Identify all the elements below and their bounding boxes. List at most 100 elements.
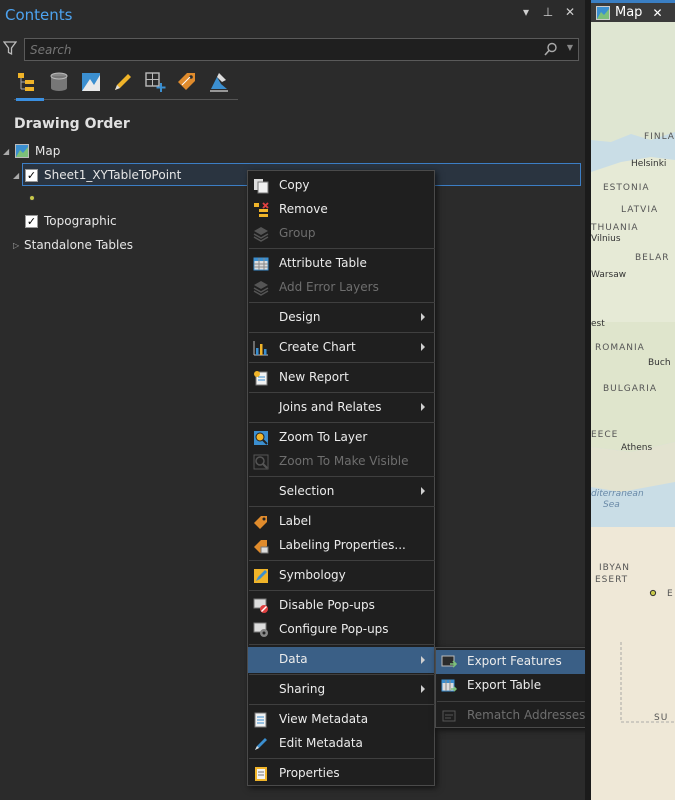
menu-item-new-report[interactable]: New Report <box>248 366 434 390</box>
export-features-icon <box>441 655 457 668</box>
map-label: E <box>667 589 674 599</box>
pin-icon[interactable]: ⊥ <box>541 5 555 19</box>
collapsed-triangle-icon[interactable]: ▷ <box>13 241 24 250</box>
menu-item-label: Rematch Addresses... <box>467 708 597 722</box>
layer-symbol[interactable] <box>28 188 36 208</box>
expand-triangle-icon[interactable]: ◢ <box>13 171 25 180</box>
menu-item-copy[interactable]: Copy <box>248 174 434 198</box>
map-label: BELAR <box>635 253 670 263</box>
export-table-icon <box>441 679 457 692</box>
menu-item-configure-popups[interactable]: Configure Pop-ups <box>248 618 434 642</box>
map-label: LATVIA <box>621 205 659 215</box>
menu-item-selection[interactable]: Selection <box>248 480 434 504</box>
submenu-arrow-icon <box>421 685 425 693</box>
menu-item-zoom-to-layer[interactable]: Zoom To Layer <box>248 426 434 450</box>
map-label: SU <box>654 713 669 723</box>
menu-separator <box>249 758 435 759</box>
list-by-selection-icon[interactable] <box>78 68 104 96</box>
menu-item-view-metadata[interactable]: View Metadata <box>248 708 434 732</box>
attribute-table-icon <box>253 257 269 271</box>
menu-item-create-chart[interactable]: Create Chart <box>248 336 434 360</box>
menu-item-symbology[interactable]: Symbology <box>248 564 434 588</box>
map-tab-icon <box>596 5 610 20</box>
tree-item-map[interactable]: ◢ Map <box>3 141 60 161</box>
tab-map[interactable]: Map ✕ <box>591 0 675 22</box>
menu-separator <box>249 560 435 561</box>
menu-item-zoom-to-make-visible[interactable]: Zoom To Make Visible <box>248 450 434 474</box>
menu-separator <box>249 590 435 591</box>
list-by-labeling-icon[interactable] <box>174 68 200 96</box>
menu-item-group[interactable]: Group <box>248 222 434 246</box>
list-by-editing-icon[interactable] <box>110 68 136 96</box>
menu-item-label: Zoom To Layer <box>279 430 368 444</box>
map-label: EECE <box>591 430 619 440</box>
group-layers-icon <box>253 227 269 242</box>
pane-title: Contents <box>5 6 73 24</box>
menu-separator <box>249 392 435 393</box>
menu-separator <box>249 704 435 705</box>
menu-item-label[interactable]: Label <box>248 510 434 534</box>
layer-visibility-checkbox[interactable]: ✓ <box>25 168 38 182</box>
label-tag-icon <box>254 516 267 529</box>
map-view[interactable]: FINLAN Helsinki ESTONIA LATVIA THUANIA V… <box>591 22 675 800</box>
menu-separator <box>249 506 435 507</box>
menu-item-label: Design <box>279 310 321 324</box>
menu-item-label: Joins and Relates <box>279 400 382 414</box>
toolstrip-divider <box>14 99 238 100</box>
menu-item-label: Disable Pop-ups <box>279 598 375 612</box>
submenu-arrow-icon <box>421 656 425 664</box>
map-label: IBYAN <box>599 563 631 573</box>
search-input[interactable] <box>25 39 535 60</box>
expand-triangle-icon[interactable]: ◢ <box>3 147 15 156</box>
menu-separator <box>249 644 435 645</box>
menu-item-joins-and-relates[interactable]: Joins and Relates <box>248 396 434 420</box>
search-options-icon[interactable]: ▼ <box>567 43 573 52</box>
remove-layer-icon <box>254 202 269 217</box>
chart-icon <box>253 341 268 356</box>
menu-item-label: Symbology <box>279 568 346 582</box>
menu-item-labeling-properties[interactable]: Labeling Properties... <box>248 534 434 558</box>
submenu-arrow-icon <box>421 487 425 495</box>
symbology-icon <box>254 569 268 583</box>
close-icon[interactable]: ✕ <box>563 5 577 19</box>
filter-icon[interactable] <box>3 40 17 56</box>
menu-item-add-error-layers[interactable]: Add Error Layers <box>248 276 434 300</box>
list-by-drawing-order-icon[interactable] <box>14 68 40 96</box>
menu-item-disable-popups[interactable]: Disable Pop-ups <box>248 594 434 618</box>
map-label: Vilnius <box>591 234 621 244</box>
tree-item-standalone-tables[interactable]: ▷ Standalone Tables <box>13 235 133 255</box>
menu-item-design[interactable]: Design <box>248 306 434 330</box>
menu-item-label: Sharing <box>279 682 326 696</box>
map-label: BULGARIA <box>603 384 657 394</box>
search-box[interactable]: ▼ <box>24 38 579 61</box>
menu-item-label: New Report <box>279 370 349 384</box>
drawing-order-heading: Drawing Order <box>14 116 130 132</box>
tree-item-basemap[interactable]: ✓ Topographic <box>25 211 117 231</box>
map-label: ESERT <box>595 575 629 585</box>
copy-icon <box>254 179 269 194</box>
menu-separator <box>249 248 435 249</box>
close-tab-icon[interactable]: ✕ <box>652 6 662 20</box>
active-tab-indicator <box>16 98 44 101</box>
menu-item-edit-metadata[interactable]: Edit Metadata <box>248 732 434 756</box>
configure-popups-icon <box>253 622 268 637</box>
basemap-visibility-checkbox[interactable]: ✓ <box>25 214 38 228</box>
tree-item-layer[interactable]: ◢ ✓ Sheet1_XYTableToPoint <box>13 165 181 185</box>
tree-item-label: Topographic <box>44 214 117 228</box>
menu-item-sharing[interactable]: Sharing <box>248 678 434 702</box>
menu-item-remove[interactable]: Remove <box>248 198 434 222</box>
list-by-snapping-icon[interactable] <box>142 68 168 96</box>
menu-item-attribute-table[interactable]: Attribute Table <box>248 252 434 276</box>
menu-item-label: Data <box>279 652 308 666</box>
list-by-perspective-imagery-icon[interactable] <box>206 68 232 96</box>
disable-popups-icon <box>253 598 268 613</box>
menu-item-properties[interactable]: Properties <box>248 762 434 786</box>
zoom-to-layer-icon <box>254 431 268 445</box>
menu-item-label: Remove <box>279 202 328 216</box>
search-icon[interactable] <box>544 42 558 56</box>
menu-separator <box>249 302 435 303</box>
menu-separator <box>249 674 435 675</box>
chevron-down-icon[interactable]: ▾ <box>519 5 533 19</box>
menu-item-data[interactable]: Data <box>248 647 434 673</box>
list-by-source-icon[interactable] <box>46 68 72 96</box>
